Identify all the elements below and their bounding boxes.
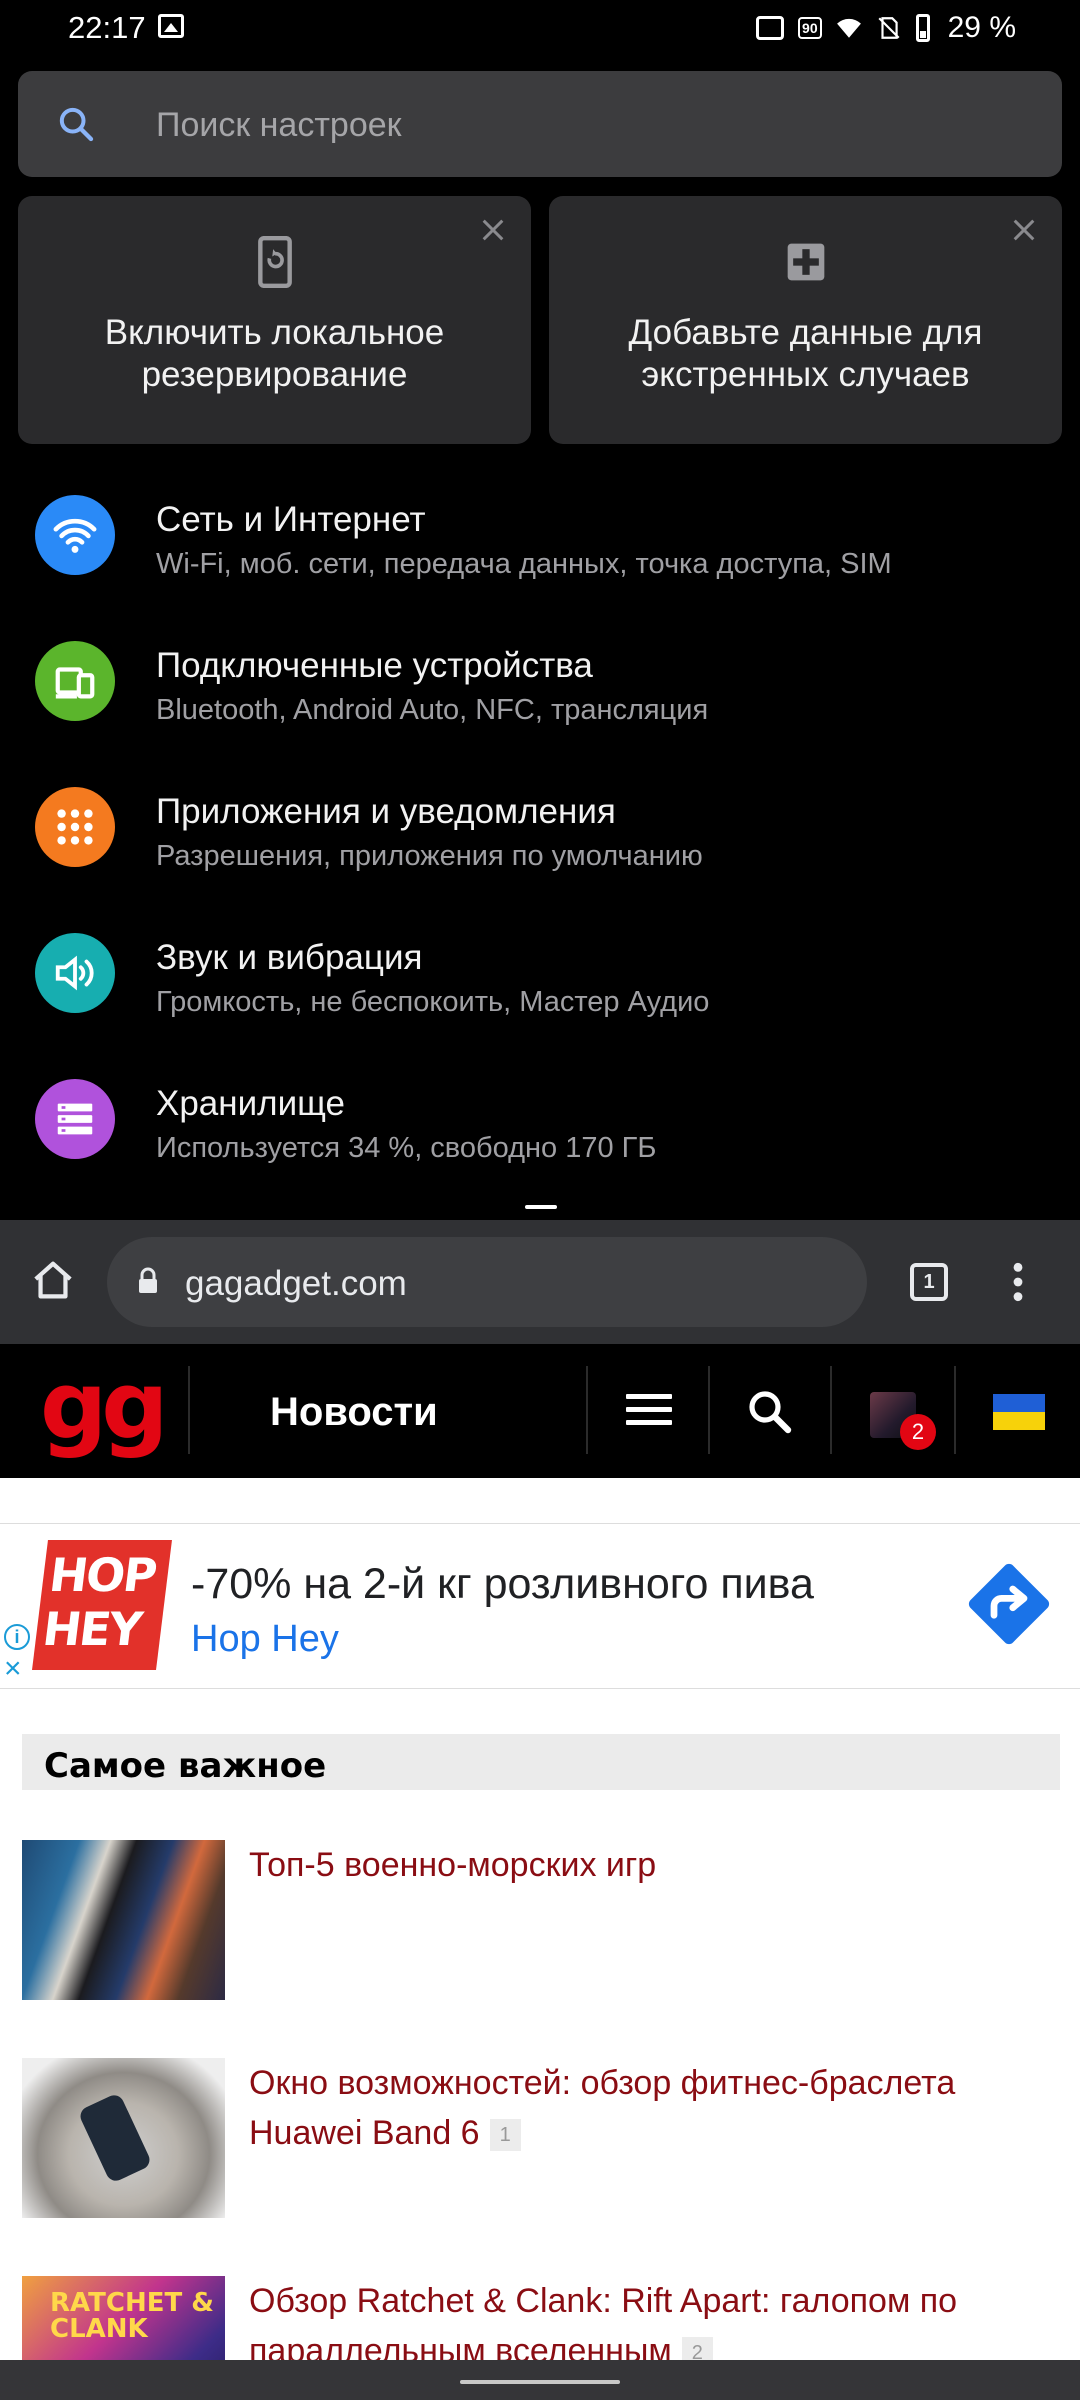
close-icon[interactable] xyxy=(477,214,509,246)
medical-plus-icon xyxy=(787,243,824,281)
news-link[interactable]: Новости xyxy=(270,1390,438,1435)
ad-info-icon[interactable]: i xyxy=(4,1624,30,1650)
web-content: HOP HEY -70% на 2-й кг розливного пива H… xyxy=(0,1478,1080,2360)
article-title[interactable]: Обзор Ratchet & Clank: Rift Apart: галоп… xyxy=(249,2276,1049,2360)
section-title: Самое важное xyxy=(44,1746,327,1786)
settings-item-title: Приложения и уведомления xyxy=(156,792,616,831)
ad-brand[interactable]: Hop Hey xyxy=(191,1618,339,1661)
settings-item-network[interactable]: Сеть и Интернет Wi-Fi, моб. сети, переда… xyxy=(0,462,1080,608)
article-thumbnail[interactable] xyxy=(22,2058,225,2218)
settings-item-connected-devices[interactable]: Подключенные устройства Bluetooth, Andro… xyxy=(0,608,1080,754)
storage-icon xyxy=(35,1079,115,1159)
site-header: gg Новости 2 xyxy=(0,1344,1080,1478)
settings-item-sound[interactable]: Звук и вибрация Громкость, не беспокоить… xyxy=(0,900,1080,1046)
header-divider xyxy=(954,1366,956,1454)
hamburger-menu-icon[interactable] xyxy=(626,1394,672,1426)
devices-icon xyxy=(35,641,115,721)
settings-item-storage[interactable]: Хранилище Используется 34 %, свободно 17… xyxy=(0,1046,1080,1192)
thumbnail-game-logo: RATCHET & CLANK xyxy=(50,2288,214,2344)
settings-item-title: Сеть и Интернет xyxy=(156,500,426,539)
suggestion-card-emergency[interactable]: Добавьте данные для экстренных случаев xyxy=(549,196,1062,444)
settings-item-subtitle: Wi-Fi, моб. сети, передача данных, точка… xyxy=(156,548,892,580)
header-divider xyxy=(830,1366,832,1454)
header-divider xyxy=(708,1366,710,1454)
more-menu-icon[interactable] xyxy=(1008,1260,1028,1304)
split-screen-handle[interactable] xyxy=(525,1205,557,1209)
search-placeholder: Поиск настроек xyxy=(156,106,402,144)
navigation-bar xyxy=(0,2360,1080,2400)
ad-logo: HOP HEY xyxy=(32,1540,172,1670)
article-thumbnail[interactable] xyxy=(22,1840,225,2000)
battery-percent: 29 % xyxy=(947,11,1016,44)
settings-item-apps[interactable]: Приложения и уведомления Разрешения, при… xyxy=(0,754,1080,900)
article-item[interactable]: RATCHET & CLANK Обзор Ratchet & Clank: R… xyxy=(0,2276,1080,2360)
settings-item-subtitle: Используется 34 %, свободно 170 ГБ xyxy=(156,1132,657,1164)
ad-headline[interactable]: -70% на 2-й кг розливного пива xyxy=(191,1560,814,1609)
apps-grid-icon xyxy=(35,787,115,867)
comment-count-badge[interactable]: 1 xyxy=(489,2119,521,2152)
refresh-rate-icon: 90 xyxy=(798,17,822,39)
header-divider xyxy=(586,1366,588,1454)
ad-banner[interactable]: HOP HEY -70% на 2-й кг розливного пива H… xyxy=(0,1523,1080,1689)
settings-search-bar[interactable]: Поиск настроек xyxy=(18,71,1062,177)
card-title: Добавьте данные для экстренных случаев xyxy=(628,313,983,394)
ad-arrow-icon[interactable] xyxy=(964,1559,1054,1649)
wifi-icon xyxy=(35,495,115,575)
battery-icon xyxy=(915,14,930,42)
article-item[interactable]: Окно возможностей: обзор фитнес-браслета… xyxy=(0,2058,1080,2228)
section-header: Самое важное xyxy=(22,1734,1060,1790)
status-time: 22:17 xyxy=(68,10,146,45)
speaker-icon xyxy=(35,933,115,1013)
settings-item-subtitle: Громкость, не беспокоить, Мастер Аудио xyxy=(156,986,710,1018)
status-bar: 22:17 90 29 % xyxy=(0,0,1080,56)
settings-item-subtitle: Bluetooth, Android Auto, NFC, трансляция xyxy=(156,694,709,726)
article-title[interactable]: Топ-5 военно-морских игр xyxy=(249,1840,1049,1890)
phone-backup-icon xyxy=(257,236,292,288)
ad-logo-text: HOP HEY xyxy=(39,1548,159,1656)
header-divider xyxy=(188,1366,190,1454)
status-icons: 90 29 % xyxy=(756,8,1016,48)
settings-item-subtitle: Разрешения, приложения по умолчанию xyxy=(156,840,703,872)
wifi-status-icon xyxy=(836,18,861,38)
no-sim-icon xyxy=(878,17,900,39)
address-bar[interactable]: gagadget.com xyxy=(107,1237,867,1327)
card-title: Включить локальное резервирование xyxy=(104,313,445,394)
article-item[interactable]: Топ-5 военно-морских игр xyxy=(0,1840,1080,2010)
home-icon[interactable] xyxy=(30,1258,76,1304)
search-icon xyxy=(59,107,94,142)
screenshot-icon xyxy=(756,16,785,40)
tab-switcher-button[interactable]: 1 xyxy=(910,1263,948,1301)
browser-toolbar: gagadget.com 1 xyxy=(0,1220,1080,1344)
url-text: gagadget.com xyxy=(185,1264,407,1303)
image-notification-icon xyxy=(158,14,184,38)
article-title[interactable]: Окно возможностей: обзор фитнес-браслета… xyxy=(249,2058,1049,2158)
ad-close-icon[interactable]: × xyxy=(4,1654,22,1684)
lock-icon xyxy=(139,1267,157,1293)
ukraine-flag-icon[interactable] xyxy=(993,1394,1045,1430)
settings-item-title: Подключенные устройства xyxy=(156,646,593,685)
settings-item-title: Звук и вибрация xyxy=(156,938,423,977)
site-logo[interactable]: gg xyxy=(40,1360,169,1454)
comment-count-badge[interactable]: 2 xyxy=(681,2337,713,2360)
close-icon[interactable] xyxy=(1008,214,1040,246)
notification-badge: 2 xyxy=(900,1414,936,1450)
settings-item-title: Хранилище xyxy=(156,1084,345,1123)
gesture-handle[interactable] xyxy=(460,2380,620,2384)
search-icon[interactable] xyxy=(746,1388,794,1436)
article-thumbnail[interactable]: RATCHET & CLANK xyxy=(22,2276,225,2360)
suggestion-card-backup[interactable]: Включить локальное резервирование xyxy=(18,196,531,444)
